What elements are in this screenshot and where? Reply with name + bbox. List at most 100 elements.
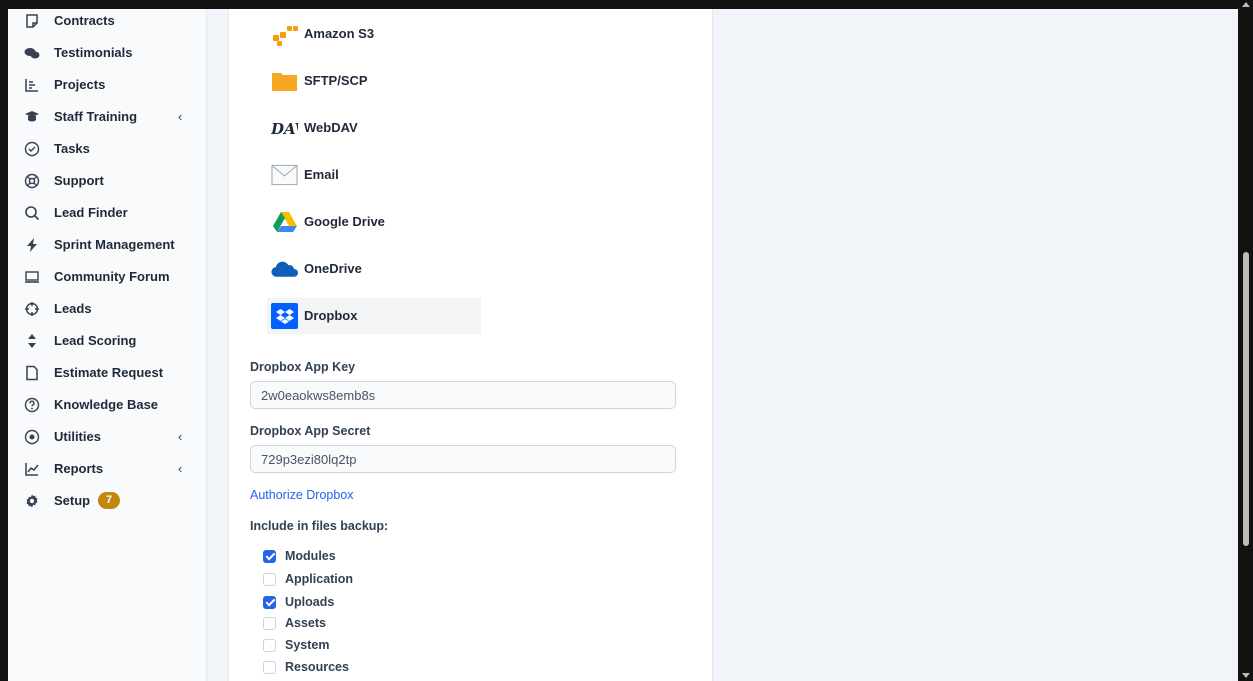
scroll-down-arrow-icon[interactable] [1242, 673, 1250, 678]
sidebar-item-label: Estimate Request [54, 365, 164, 380]
checkbox[interactable] [263, 549, 276, 563]
app-key-label: Dropbox App Key [250, 360, 356, 374]
app-key-input[interactable] [250, 381, 676, 409]
google-drive-icon [271, 209, 298, 235]
file-icon [24, 365, 40, 381]
check-circle-icon [24, 141, 40, 157]
backup-option-resources[interactable]: Resources [263, 658, 349, 676]
chat-bubbles-icon [24, 45, 40, 61]
backup-option-modules[interactable]: Modules [263, 547, 336, 565]
sidebar-item-lead-finder[interactable]: Lead Finder [8, 197, 206, 229]
sidebar-item-label: Utilities [54, 429, 101, 444]
sidebar-item-label: Lead Finder [54, 205, 128, 220]
sidebar-item-projects[interactable]: Projects [8, 69, 206, 101]
sidebar-item-label: Projects [54, 77, 106, 92]
sidebar-item-leads[interactable]: Leads [8, 293, 206, 325]
sidebar-item-label: Tasks [54, 141, 90, 156]
sidebar-item-community-forum[interactable]: Community Forum [8, 261, 206, 293]
storage-option-google-drive[interactable]: Google Drive [267, 204, 481, 240]
backup-option-system[interactable]: System [263, 636, 329, 654]
storage-option-label: SFTP/SCP [304, 73, 368, 88]
authorize-dropbox-link[interactable]: Authorize Dropbox [250, 488, 354, 502]
amazon-s3-icon [271, 21, 298, 47]
graduation-cap-icon [24, 109, 40, 125]
storage-option-label: Google Drive [304, 214, 385, 229]
sidebar-item-label: Knowledge Base [54, 397, 159, 412]
sidebar-item-label: Support [54, 173, 104, 188]
checkbox[interactable] [263, 616, 276, 630]
chevron-left-icon[interactable]: ‹ [178, 109, 182, 125]
sidebar-item-label: Community Forum [54, 269, 170, 284]
backup-option-uploads[interactable]: Uploads [263, 593, 334, 611]
backup-option-assets[interactable]: Assets [263, 614, 326, 632]
backup-include-label: Include in files backup: [250, 519, 389, 533]
storage-option-label: OneDrive [304, 261, 362, 276]
sidebar-item-label: Sprint Management [54, 237, 175, 252]
sidebar-item-label: Testimonials [54, 45, 133, 60]
app-viewport: Contracts Testimonials Projects Staff Tr… [8, 9, 1238, 681]
app-secret-label: Dropbox App Secret [250, 424, 371, 438]
app-secret-input[interactable] [250, 445, 676, 473]
storage-option-amazon-s3[interactable]: Amazon S3 [267, 16, 481, 52]
sidebar-item-knowledge-base[interactable]: Knowledge Base [8, 389, 206, 421]
checkbox[interactable] [263, 660, 276, 674]
storage-option-label: Amazon S3 [304, 26, 375, 41]
lightning-icon [24, 237, 40, 253]
sidebar-item-setup[interactable]: Setup 7 [8, 485, 206, 517]
sidebar-item-testimonials[interactable]: Testimonials [8, 37, 206, 69]
webdav-icon: DAV [271, 115, 298, 141]
storage-option-dropbox[interactable]: Dropbox [267, 298, 481, 334]
question-circle-icon [24, 397, 40, 413]
backup-option-label: Uploads [285, 595, 335, 609]
sidebar-item-label: Staff Training [54, 109, 138, 124]
crosshair-icon [24, 301, 40, 317]
storage-option-sftp[interactable]: SFTP/SCP [267, 63, 481, 99]
svg-text:DAV: DAV [271, 120, 298, 138]
storage-option-webdav[interactable]: DAV WebDAV [267, 110, 481, 146]
backup-option-label: Modules [285, 549, 336, 563]
sort-icon [24, 333, 40, 349]
chevron-left-icon[interactable]: ‹ [178, 429, 182, 445]
sidebar-item-staff-training[interactable]: Staff Training ‹ [8, 101, 206, 133]
storage-option-label: Dropbox [304, 308, 358, 323]
onedrive-icon [271, 256, 298, 282]
checkbox[interactable] [263, 595, 276, 609]
sidebar-item-label: Contracts [54, 13, 115, 28]
chart-bars-icon [24, 77, 40, 93]
backup-option-label: System [285, 638, 330, 652]
sidebar-item-reports[interactable]: Reports ‹ [8, 453, 206, 485]
search-icon [24, 205, 40, 221]
sidebar: Contracts Testimonials Projects Staff Tr… [8, 9, 207, 681]
sidebar-item-label: Leads [54, 301, 92, 316]
sidebar-item-utilities[interactable]: Utilities ‹ [8, 421, 206, 453]
backup-option-application[interactable]: Application [263, 570, 353, 588]
envelope-icon [271, 162, 298, 188]
vertical-scrollbar[interactable] [1238, 0, 1253, 681]
scrollbar-thumb[interactable] [1243, 252, 1249, 546]
storage-option-onedrive[interactable]: OneDrive [267, 251, 481, 287]
sidebar-item-label: Lead Scoring [54, 333, 137, 348]
sidebar-item-lead-scoring[interactable]: Lead Scoring [8, 325, 206, 357]
checkbox[interactable] [263, 638, 276, 652]
sidebar-item-support[interactable]: Support [8, 165, 206, 197]
laptop-icon [24, 269, 40, 285]
dropbox-icon [271, 303, 298, 329]
storage-option-email[interactable]: Email [267, 157, 481, 193]
lifebuoy-icon [24, 173, 40, 189]
sidebar-item-label: Reports [54, 461, 104, 476]
backup-settings-panel: Amazon S3 SFTP/SCP DAV WebDAV Email [228, 9, 713, 681]
sidebar-item-tasks[interactable]: Tasks [8, 133, 206, 165]
chevron-left-icon[interactable]: ‹ [178, 461, 182, 477]
checkbox[interactable] [263, 572, 276, 586]
sidebar-item-sprint-management[interactable]: Sprint Management [8, 229, 206, 261]
storage-option-label: Email [304, 167, 339, 182]
scroll-up-arrow-icon[interactable] [1242, 2, 1250, 7]
folder-icon [271, 68, 298, 94]
document-icon [24, 13, 40, 29]
sidebar-item-estimate-request[interactable]: Estimate Request [8, 357, 206, 389]
backup-option-label: Assets [285, 616, 326, 630]
notification-badge: 7 [98, 492, 120, 509]
gear-icon [24, 493, 40, 509]
storage-option-label: WebDAV [304, 120, 358, 135]
sidebar-item-contracts[interactable]: Contracts [8, 9, 206, 37]
